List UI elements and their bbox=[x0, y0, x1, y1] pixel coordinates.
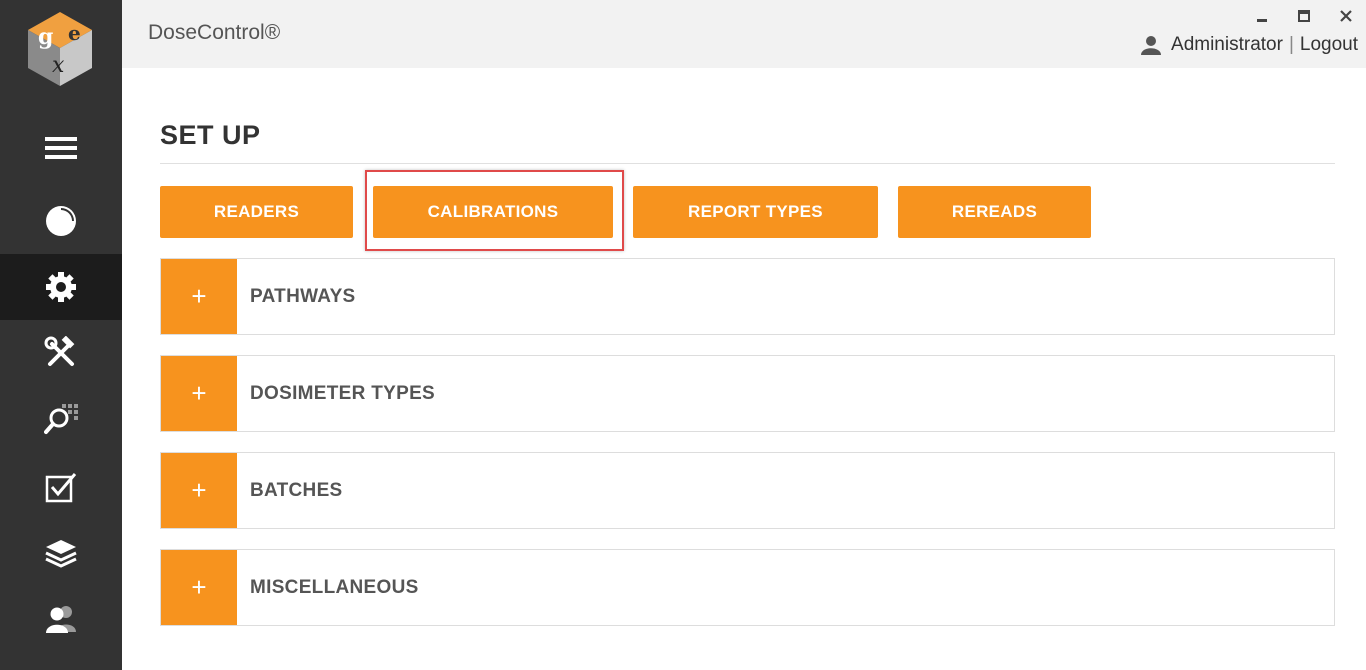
calibrations-button[interactable]: CALIBRATIONS bbox=[373, 186, 613, 238]
app-logo: g e x bbox=[0, 0, 122, 92]
panel-dosimeter-types[interactable]: + DOSIMETER TYPES bbox=[160, 355, 1335, 432]
svg-text:g: g bbox=[38, 24, 53, 50]
app-title: DoseControl® bbox=[148, 21, 281, 44]
user-area: Administrator | Logout bbox=[1141, 34, 1358, 56]
sidebar-item-tools[interactable] bbox=[0, 320, 122, 386]
title-divider bbox=[160, 163, 1335, 164]
svg-text:e: e bbox=[68, 21, 81, 45]
user-name[interactable]: Administrator bbox=[1171, 34, 1283, 56]
hamburger-menu-icon bbox=[45, 137, 77, 159]
sidebar-item-search[interactable] bbox=[0, 386, 122, 452]
user-icon bbox=[1141, 35, 1162, 55]
sidebar-item-tasks[interactable] bbox=[0, 454, 122, 520]
minimize-icon bbox=[1257, 19, 1267, 22]
page-title: SET UP bbox=[160, 120, 261, 150]
maximize-icon bbox=[1298, 10, 1310, 22]
panel-miscellaneous-label: MISCELLANEOUS bbox=[250, 576, 419, 598]
readers-button[interactable]: READERS bbox=[160, 186, 353, 238]
panel-pathways[interactable]: + PATHWAYS bbox=[160, 258, 1335, 335]
expand-pathways-button[interactable]: + bbox=[161, 259, 237, 334]
logout-link[interactable]: Logout bbox=[1300, 34, 1358, 56]
pie-chart-icon bbox=[46, 206, 76, 236]
sidebar-item-layers[interactable] bbox=[0, 520, 122, 586]
gxe-logo-icon: g e x bbox=[28, 12, 92, 86]
sidebar-item-settings[interactable] bbox=[0, 254, 122, 320]
sidebar: g e x bbox=[0, 0, 122, 670]
users-icon bbox=[46, 606, 76, 633]
checkbox-icon bbox=[45, 473, 77, 503]
user-separator: | bbox=[1288, 34, 1294, 55]
search-grid-icon bbox=[44, 404, 78, 434]
minimize-button[interactable] bbox=[1250, 6, 1274, 26]
gear-icon bbox=[46, 272, 76, 302]
expand-miscellaneous-button[interactable]: + bbox=[161, 550, 237, 625]
top-bar: DoseControl® Administrator | Logout bbox=[122, 0, 1366, 68]
expand-batches-button[interactable]: + bbox=[161, 453, 237, 528]
maximize-button[interactable] bbox=[1292, 6, 1316, 26]
sidebar-item-dashboard[interactable] bbox=[0, 188, 122, 254]
layers-icon bbox=[45, 540, 77, 568]
panel-pathways-label: PATHWAYS bbox=[250, 285, 356, 307]
close-icon bbox=[1340, 10, 1352, 22]
expand-dosimeter-types-button[interactable]: + bbox=[161, 356, 237, 431]
sidebar-item-users[interactable] bbox=[0, 586, 122, 652]
panel-batches-label: BATCHES bbox=[250, 479, 343, 501]
panel-dosimeter-types-label: DOSIMETER TYPES bbox=[250, 382, 436, 404]
rereads-button[interactable]: REREADS bbox=[898, 186, 1091, 238]
close-button[interactable] bbox=[1334, 6, 1358, 26]
svg-text:x: x bbox=[52, 53, 65, 78]
panel-miscellaneous[interactable]: + MISCELLANEOUS bbox=[160, 549, 1335, 626]
sidebar-item-menu[interactable] bbox=[0, 115, 122, 181]
report-types-button[interactable]: REPORT TYPES bbox=[633, 186, 878, 238]
panel-batches[interactable]: + BATCHES bbox=[160, 452, 1335, 529]
tools-icon bbox=[44, 336, 75, 366]
window-controls bbox=[1250, 6, 1358, 26]
